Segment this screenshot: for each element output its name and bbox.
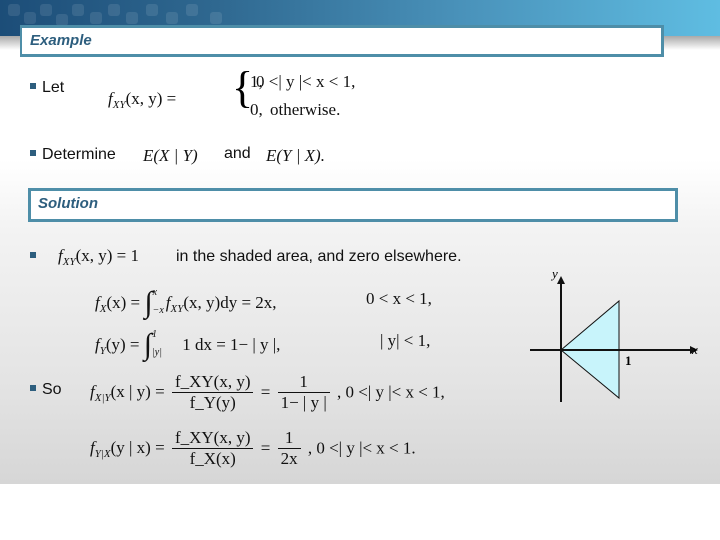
bullet-so: So [30, 381, 62, 399]
joint-pdf-lhs: fXY(x, y) = [108, 89, 177, 111]
case-1-condition-text: 0 <| y |< x < 1, [256, 72, 356, 91]
bullet-label: Determine [42, 146, 116, 163]
solution-title: Solution [38, 195, 98, 212]
title-box: Example [20, 25, 664, 57]
slide: Example Let fXY(x, y) = { 1, 0 <| y |< x… [0, 0, 720, 484]
conditional-x-given-y: fX|Y(x | y) = f_XY(x, y) f_Y(y) = 1 1− | y… [90, 372, 445, 412]
bullet-label: So [42, 381, 62, 398]
expr-e-x-given-y: E(X | Y) [143, 146, 198, 165]
marginal-fy: fY(y) = ∫ 1 |y| 1 dx = 1− | y |, [95, 328, 281, 361]
shaded-area-text: in the shaded area, and zero elsewhere. [176, 248, 462, 265]
case-2-condition: otherwise. [270, 100, 341, 119]
bullet-icon [30, 384, 36, 391]
bullet-solution [30, 248, 42, 266]
marginal-fx: fX(x) = ∫ x −x fXY(x, y)dy = 2x, [95, 286, 277, 319]
x-axis-label: x [691, 342, 698, 357]
bullet-let: Let [30, 79, 64, 97]
expr-e-y-given-x: E(Y | X). [266, 146, 325, 165]
y-axis-label: y [550, 266, 558, 281]
support-region-figure: y x 1 [530, 266, 698, 402]
conditional-y-given-x: fY|X(y | x) = f_XY(x, y) f_X(x) = 1 2x , 0… [90, 428, 416, 468]
bullet-icon [30, 82, 36, 89]
joint-pdf-equals-one: fXY(x, y) = 1 [58, 246, 139, 268]
case-2-value: 0, [250, 100, 263, 119]
tick-label-one: 1 [625, 353, 632, 368]
bullet-label: Let [42, 79, 65, 96]
slide-title: Example [30, 32, 92, 49]
marginal-fx-condition: 0 < x < 1, [366, 289, 432, 308]
solution-box: Solution [28, 188, 678, 222]
bullet-icon [30, 149, 36, 156]
bullet-icon [30, 251, 36, 258]
bullet-determine: Determine [30, 146, 116, 164]
conjunction-and: and [224, 145, 251, 162]
y-axis-arrow-icon [557, 276, 565, 284]
marginal-fy-condition: | y| < 1, [380, 331, 431, 350]
